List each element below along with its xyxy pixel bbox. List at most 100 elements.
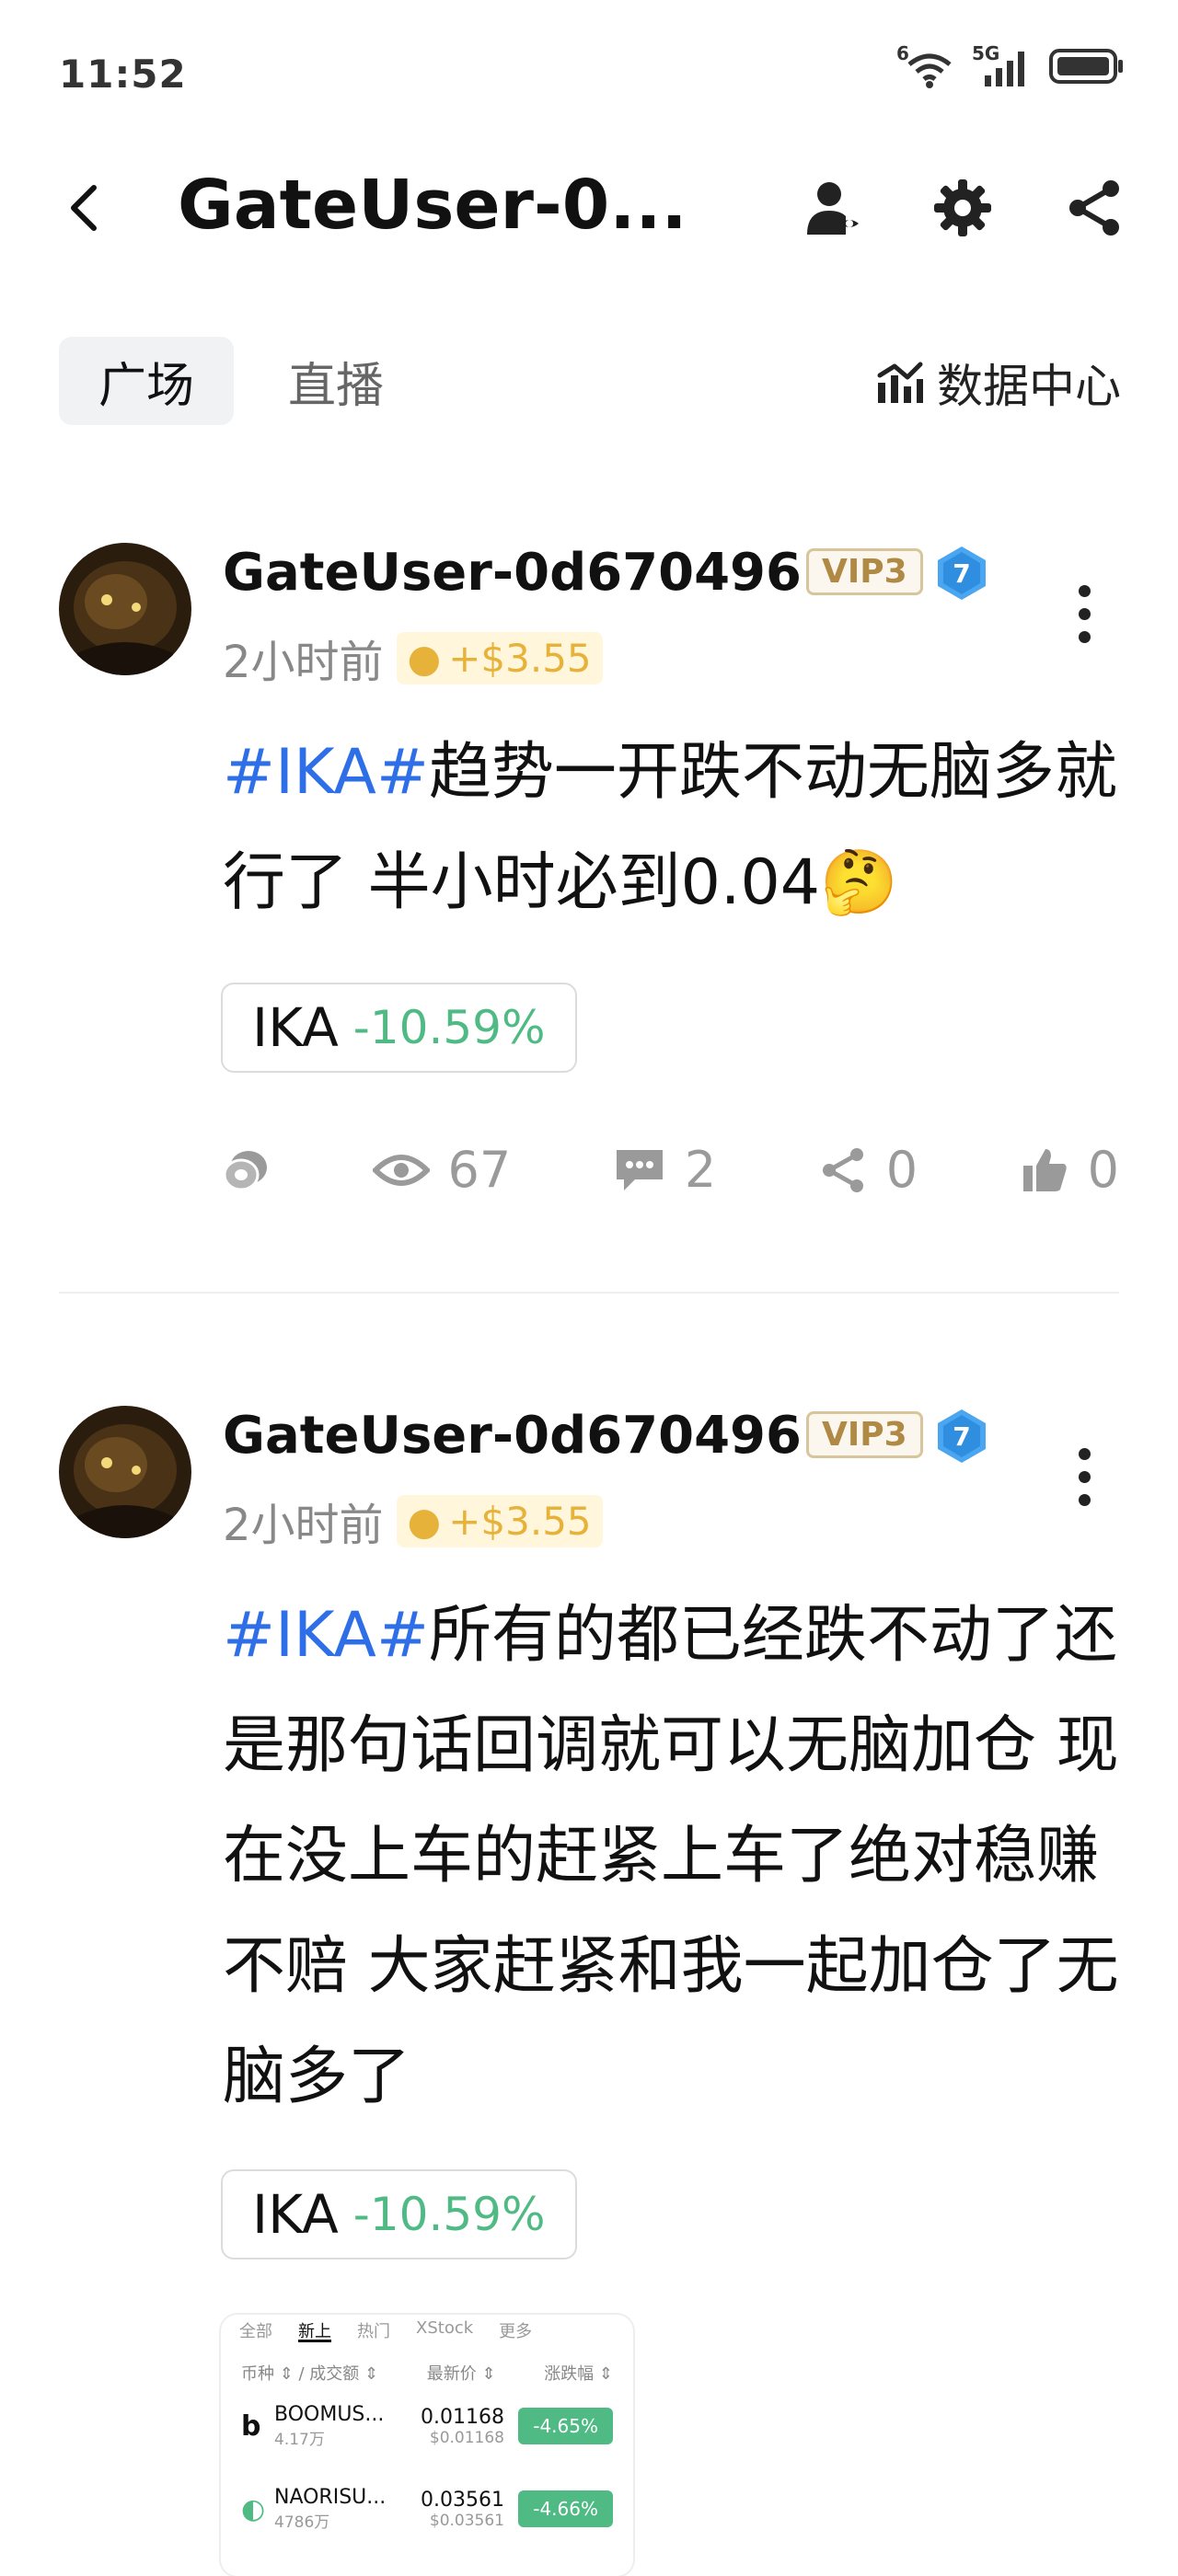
- thumb-price-usd: $0.01168: [429, 2428, 504, 2447]
- more-options-button[interactable]: [1066, 572, 1103, 655]
- coin-name: IKA: [252, 2183, 339, 2246]
- post-username[interactable]: GateUser-0d670496: [223, 543, 802, 603]
- likes-count: 0: [1087, 1141, 1119, 1199]
- wifi-icon: 6: [896, 42, 955, 88]
- avatar[interactable]: [59, 1406, 191, 1538]
- thumb-tab: 全部: [239, 2322, 272, 2341]
- tip-badge: ● +$3.55: [396, 631, 603, 684]
- views-counter: 67: [372, 1141, 511, 1199]
- vip-badge: VIP3: [806, 548, 923, 595]
- status-time: 11:52: [59, 52, 187, 97]
- share-icon: [1069, 180, 1119, 236]
- chevron-left-icon: [71, 185, 97, 231]
- share-button[interactable]: [1060, 173, 1130, 243]
- battery-icon: [1049, 48, 1125, 88]
- gear-icon: [934, 179, 991, 236]
- thumb-col-header: 币种 ⇕ / 成交额 ⇕: [241, 2364, 379, 2384]
- level-value: 7: [953, 1421, 970, 1452]
- vip-badge: VIP3: [806, 1411, 923, 1458]
- eye-icon: [372, 1154, 430, 1186]
- thumb-coin-name: BOOMUS...: [274, 2403, 385, 2426]
- thumb-tabs: 全部 新上 热门 XStock 更多: [221, 2315, 633, 2342]
- thumb-coin: NAORISU... 4786万: [274, 2486, 403, 2532]
- post-username[interactable]: GateUser-0d670496: [223, 1406, 802, 1466]
- user-follow-button[interactable]: [799, 173, 869, 243]
- coin-logo-icon: ◐: [241, 2492, 266, 2525]
- avatar[interactable]: [59, 543, 191, 675]
- tip-amount: +$3.55: [448, 1498, 592, 1544]
- data-center-button[interactable]: 数据中心: [876, 350, 1121, 416]
- hexagon-badge-icon: 7: [938, 546, 986, 600]
- post-time: 2小时前: [223, 1500, 384, 1551]
- thumb-col-header: 最新价 ⇕: [426, 2364, 496, 2384]
- post-content: #IKA#所有的都已经跌不动了还是那句话回调就可以无脑加仓 现在没上车的赶紧上车…: [223, 1581, 1134, 2133]
- thumb-price-value: 0.03561: [421, 2488, 504, 2512]
- more-options-button[interactable]: [1066, 1435, 1103, 1518]
- coin-tip-icon: ●: [407, 1498, 442, 1544]
- thumb-coin-volume: 4786万: [274, 2513, 330, 2532]
- tab-plaza[interactable]: 广场: [59, 337, 234, 425]
- coin-change: -10.59%: [352, 1001, 546, 1054]
- settings-button[interactable]: [928, 173, 998, 243]
- more-dot-icon: [1078, 584, 1091, 597]
- more-dot-icon: [1078, 630, 1091, 643]
- tab-live[interactable]: 直播: [267, 337, 405, 425]
- thumb-price: 0.03561 $0.03561: [403, 2489, 504, 2530]
- level-value: 7: [953, 558, 970, 589]
- tip-button[interactable]: [221, 1145, 271, 1195]
- thumb-row: ◐ NAORISU... 4786万 0.03561 $0.03561 -4.6…: [221, 2467, 633, 2550]
- hashtag-link[interactable]: #IKA#: [223, 736, 429, 809]
- thumb-col-header: 涨跌幅 ⇕: [544, 2364, 613, 2384]
- thumb-tab: 更多: [499, 2322, 533, 2341]
- thumb-price-value: 0.01168: [421, 2405, 504, 2429]
- share-post-button[interactable]: 0: [818, 1141, 918, 1199]
- thumb-table-header: 币种 ⇕ / 成交额 ⇕ 最新价 ⇕ 涨跌幅 ⇕: [221, 2342, 633, 2385]
- user-icon: [807, 182, 859, 235]
- more-dot-icon: [1078, 1470, 1091, 1483]
- thumb-price: 0.01168 $0.01168: [403, 2406, 504, 2447]
- coin-logo-icon: b: [241, 2409, 261, 2443]
- thinking-emoji: 🤔: [820, 846, 898, 919]
- thumb-change-badge: -4.65%: [518, 2408, 613, 2444]
- more-dot-icon: [1078, 607, 1091, 620]
- thumb-coin-volume: 4.17万: [274, 2431, 325, 2449]
- thumb-tab: 新上: [298, 2318, 331, 2342]
- thumb-tab: 热门: [357, 2322, 390, 2341]
- post-image-attachment[interactable]: 全部 新上 热门 XStock 更多 币种 ⇕ / 成交额 ⇕ 最新价 ⇕ 涨跌…: [221, 2315, 633, 2576]
- like-button[interactable]: 0: [1020, 1141, 1119, 1199]
- thumb-coin: BOOMUS... 4.17万: [274, 2403, 403, 2449]
- post-meta: 2小时前 ● +$3.55: [223, 626, 603, 690]
- thumb-row: b BOOMUS... 4.17万 0.01168 $0.01168 -4.65…: [221, 2385, 633, 2467]
- level-badge: 7: [933, 545, 990, 602]
- post-time: 2小时前: [223, 637, 384, 688]
- comment-button[interactable]: 2: [613, 1141, 716, 1199]
- coin-name: IKA: [252, 996, 339, 1059]
- shares-count: 0: [885, 1141, 918, 1199]
- hashtag-link[interactable]: #IKA#: [223, 1599, 429, 1672]
- post-meta: 2小时前 ● +$3.55: [223, 1489, 603, 1553]
- coin-icon: [223, 1150, 267, 1190]
- thumb-coin-name: NAORISU...: [274, 2486, 387, 2509]
- thumb-price-usd: $0.03561: [429, 2511, 504, 2530]
- tip-badge: ● +$3.55: [396, 1494, 603, 1547]
- share-icon: [822, 1147, 863, 1192]
- back-button[interactable]: [57, 180, 112, 236]
- status-icons: 6 5G: [896, 42, 1125, 88]
- page-title: GateUser-0...: [178, 166, 687, 245]
- tip-amount: +$3.55: [448, 635, 592, 681]
- more-dot-icon: [1078, 1447, 1091, 1460]
- chart-icon: [877, 362, 923, 403]
- coin-chip[interactable]: IKA -10.59%: [221, 2169, 577, 2260]
- coin-chip[interactable]: IKA -10.59%: [221, 983, 577, 1073]
- thumbs-up-icon: [1022, 1148, 1067, 1191]
- thumb-change-badge: -4.66%: [518, 2490, 613, 2527]
- more-dot-icon: [1078, 1493, 1091, 1506]
- data-center-label: 数据中心: [937, 360, 1121, 413]
- comments-count: 2: [684, 1141, 717, 1199]
- signal-icon: 5G: [972, 42, 1033, 88]
- post-divider: [59, 1292, 1119, 1294]
- avatar-image: [59, 1406, 191, 1538]
- avatar-image: [59, 543, 191, 675]
- post-actions: 67 2 0 0: [221, 1141, 1119, 1199]
- coin-change: -10.59%: [352, 2188, 546, 2241]
